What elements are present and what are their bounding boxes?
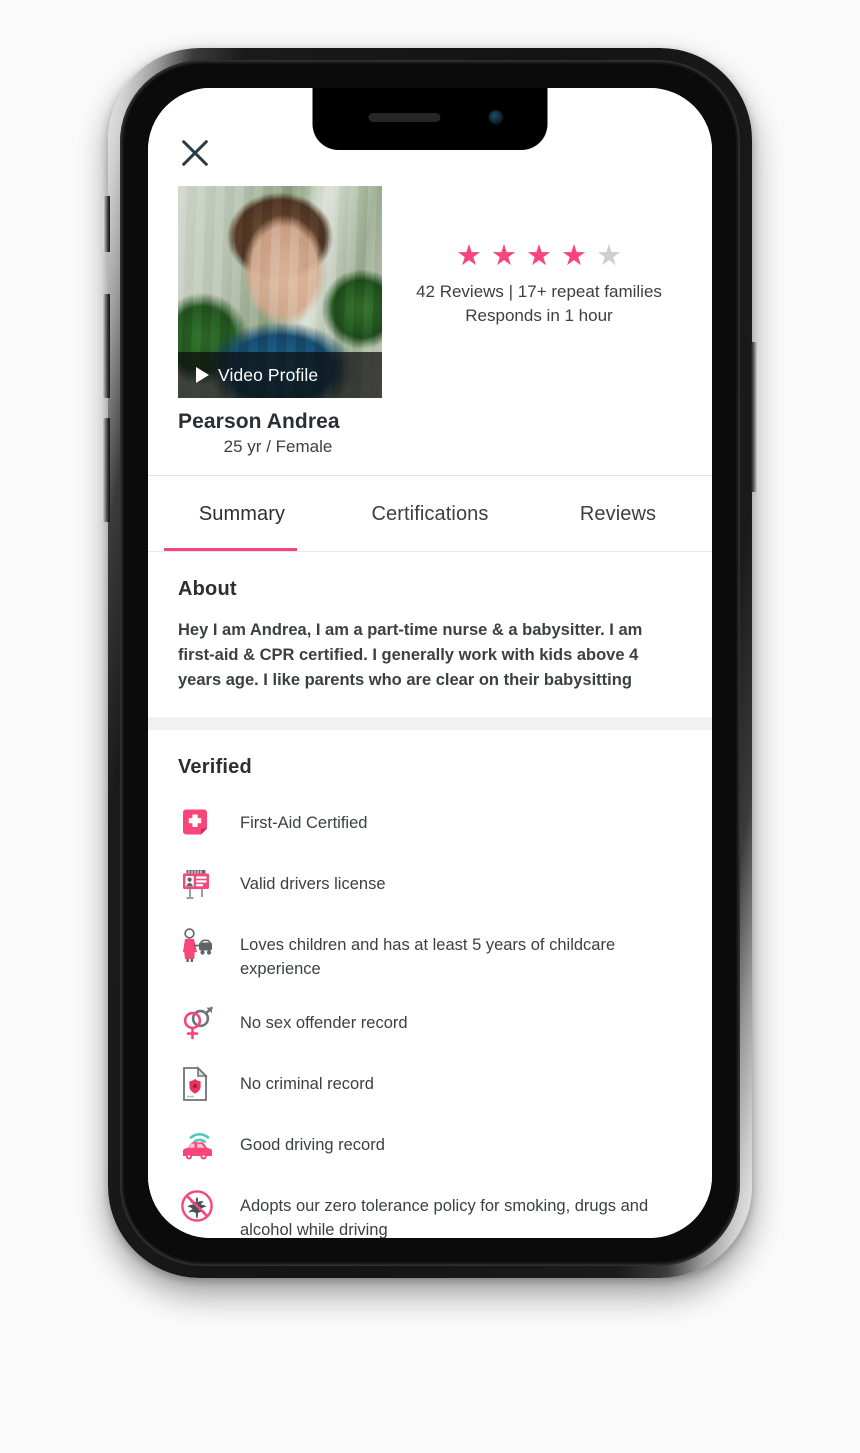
star-rating: ★★★★★ <box>401 242 686 271</box>
earpiece-speaker-icon <box>368 113 441 122</box>
mute-switch-button[interactable] <box>103 196 110 252</box>
list-item-label: Loves children and has at least 5 years … <box>240 936 616 979</box>
about-heading: About <box>178 578 237 600</box>
play-icon <box>196 367 209 383</box>
childcare-nanny-icon <box>178 925 240 965</box>
first-aid-icon <box>178 803 240 843</box>
tab-certifications[interactable]: Certifications <box>336 476 524 551</box>
drivers-license-icon <box>178 864 240 904</box>
list-item-label: No criminal record <box>240 1075 374 1094</box>
verified-list: First-Aid Certified Valid drivers licens… <box>178 793 682 1238</box>
about-section: About Hey I am Andrea, I am a part-time … <box>148 552 712 717</box>
name-block: Pearson Andrea 25 yr / Female <box>148 398 712 457</box>
star-2: ★ <box>491 240 526 272</box>
about-body: Hey I am Andrea, I am a part-time nurse … <box>178 621 643 690</box>
list-item: Loves children and has at least 5 years … <box>178 915 682 993</box>
star-5: ★ <box>596 240 631 272</box>
list-item: Good driving record <box>178 1115 682 1176</box>
close-icon[interactable] <box>178 136 212 170</box>
video-profile-overlay[interactable]: Video Profile <box>178 352 382 398</box>
phone-frame: Video Profile ★★★★★ 42 Reviews | 17+ rep… <box>102 48 758 1278</box>
tab-bar: Summary Certifications Reviews <box>148 476 712 551</box>
power-button[interactable] <box>750 342 758 492</box>
list-item-label: First-Aid Certified <box>240 814 368 833</box>
front-camera-icon <box>488 110 504 125</box>
volume-down-button[interactable] <box>102 418 110 522</box>
video-profile-card[interactable]: Video Profile <box>178 186 382 398</box>
page-title: Pearson Andrea <box>178 410 340 433</box>
reviews-summary: 42 Reviews | 17+ repeat families <box>416 282 662 301</box>
video-profile-label: Video Profile <box>218 364 319 385</box>
profile-meta: 25 yr / Female <box>223 437 333 456</box>
list-item-label: No sex offender record <box>240 1014 408 1033</box>
verified-heading: Verified <box>178 756 252 779</box>
list-item: No sex offender record <box>178 993 682 1054</box>
active-tab-indicator <box>164 548 297 551</box>
volume-up-button[interactable] <box>102 294 110 398</box>
no-smoking-icon <box>178 1186 240 1226</box>
list-item-label: Adopts our zero tolerance policy for smo… <box>240 1197 649 1238</box>
phone-notch <box>312 88 548 150</box>
list-item: No criminal record <box>178 1054 682 1115</box>
star-1: ★ <box>456 240 491 272</box>
list-item: Valid drivers license <box>178 854 682 915</box>
star-3: ★ <box>526 240 561 272</box>
phone-screen: Video Profile ★★★★★ 42 Reviews | 17+ rep… <box>148 88 712 1238</box>
response-time: Responds in 1 hour <box>465 306 613 325</box>
verified-section: Verified First-Aid Certified Valid drive… <box>148 730 712 1238</box>
rating-block: ★★★★★ 42 Reviews | 17+ repeat families R… <box>382 186 686 398</box>
list-item-label: Good driving record <box>240 1136 385 1155</box>
gender-symbols-icon <box>178 1003 240 1043</box>
connected-car-icon <box>178 1125 240 1165</box>
list-item: First-Aid Certified <box>178 793 682 854</box>
tab-reviews[interactable]: Reviews <box>524 476 712 551</box>
star-4: ★ <box>561 240 596 272</box>
babysitter-profile-screen: Video Profile ★★★★★ 42 Reviews | 17+ rep… <box>148 88 712 1238</box>
profile-header: Video Profile ★★★★★ 42 Reviews | 17+ rep… <box>148 170 712 398</box>
list-item-label: Valid drivers license <box>240 875 386 894</box>
phone-bezel: Video Profile ★★★★★ 42 Reviews | 17+ rep… <box>120 60 740 1266</box>
section-divider <box>148 717 712 731</box>
tab-summary[interactable]: Summary <box>148 476 336 551</box>
list-item: Adopts our zero tolerance policy for smo… <box>178 1176 682 1238</box>
criminal-record-icon <box>178 1064 240 1104</box>
